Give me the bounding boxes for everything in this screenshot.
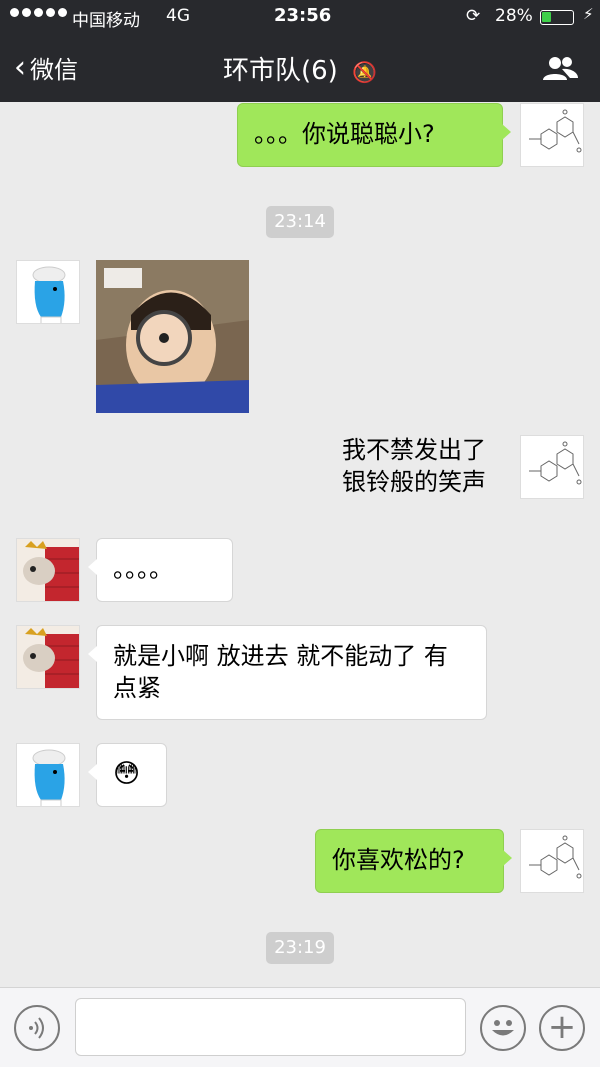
header: 中国移动 4G 23:56 ⟳ 28% ⚡ ‹ 微信 环市队(6) 🔕 bbox=[0, 0, 600, 102]
blue-character-icon bbox=[17, 261, 79, 323]
message-bubble-self[interactable]: 我不禁发出了 银铃般的笑声 bbox=[332, 432, 504, 502]
chat-title-text: 环市队(6) bbox=[222, 56, 338, 86]
message-text: 你喜欢松的? bbox=[332, 846, 465, 874]
message-text-line: 点紧 bbox=[113, 674, 161, 702]
carrier-label: 中国移动 bbox=[72, 11, 140, 31]
dog-avatar[interactable] bbox=[16, 538, 80, 602]
nav-bar: ‹ 微信 环市队(6) 🔕 bbox=[0, 34, 600, 102]
network-type: 4G bbox=[166, 6, 190, 26]
plus-icon: + bbox=[547, 1007, 577, 1047]
rotation-lock-icon: ⟳ bbox=[466, 6, 481, 26]
smurf-avatar[interactable] bbox=[16, 260, 80, 324]
self-avatar[interactable] bbox=[520, 829, 584, 893]
message-text-line: 银铃般的笑声 bbox=[342, 468, 486, 496]
message-text: 。。。。 bbox=[113, 555, 173, 583]
timestamp: 23:19 bbox=[266, 932, 334, 964]
chemical-structure-icon bbox=[529, 109, 582, 153]
timestamp: 23:14 bbox=[266, 206, 334, 238]
more-options-button[interactable]: + bbox=[539, 1005, 585, 1051]
chemical-structure-icon bbox=[529, 441, 582, 485]
chat-title: 环市队(6) 🔕 bbox=[0, 50, 600, 87]
mute-icon: 🔕 bbox=[352, 60, 377, 84]
message-input[interactable] bbox=[75, 998, 466, 1056]
message-text-line: 我不禁发出了 bbox=[342, 436, 486, 464]
chemical-structure-icon bbox=[529, 835, 582, 879]
message-bubble-other[interactable]: 。。。。 bbox=[88, 538, 233, 602]
dog-avatar[interactable] bbox=[16, 625, 80, 689]
battery-percent: 28% bbox=[495, 6, 533, 26]
status-time: 23:56 bbox=[274, 5, 332, 26]
smiley-icon bbox=[492, 1020, 514, 1036]
message-bubble-other[interactable]: 就是小啊 放进去 就不能动了 有 点紧 bbox=[88, 625, 487, 720]
emoji-button[interactable] bbox=[480, 1005, 526, 1051]
dog-character-icon bbox=[17, 539, 79, 601]
blue-character-icon bbox=[17, 744, 79, 806]
charging-icon: ⚡ bbox=[583, 5, 594, 23]
emoji-flushed-icon: 😳 bbox=[113, 759, 141, 789]
voice-input-button[interactable] bbox=[14, 1005, 60, 1051]
status-bar: 中国移动 4G 23:56 ⟳ 28% ⚡ bbox=[0, 0, 600, 34]
input-bar: + bbox=[0, 987, 600, 1067]
message-text: 。。。你说聪聪小? bbox=[254, 120, 435, 148]
message-text-line: 就是小啊 放进去 就不能动了 有 bbox=[113, 642, 448, 670]
smurf-avatar[interactable] bbox=[16, 743, 80, 807]
message-bubble-self[interactable]: 。。。你说聪聪小? bbox=[237, 103, 511, 167]
self-avatar[interactable] bbox=[520, 435, 584, 499]
self-avatar[interactable] bbox=[520, 103, 584, 167]
magnifier-photo-icon bbox=[96, 260, 249, 413]
dog-character-icon bbox=[17, 626, 79, 688]
message-bubble-self[interactable]: 你喜欢松的? bbox=[315, 829, 512, 893]
message-bubble-other[interactable]: 😳 bbox=[88, 743, 167, 807]
voice-wave-icon bbox=[29, 1017, 44, 1039]
battery-icon bbox=[540, 10, 574, 25]
signal-strength-icon bbox=[10, 8, 67, 17]
shared-image[interactable] bbox=[96, 260, 249, 413]
group-members-icon[interactable] bbox=[540, 54, 580, 84]
